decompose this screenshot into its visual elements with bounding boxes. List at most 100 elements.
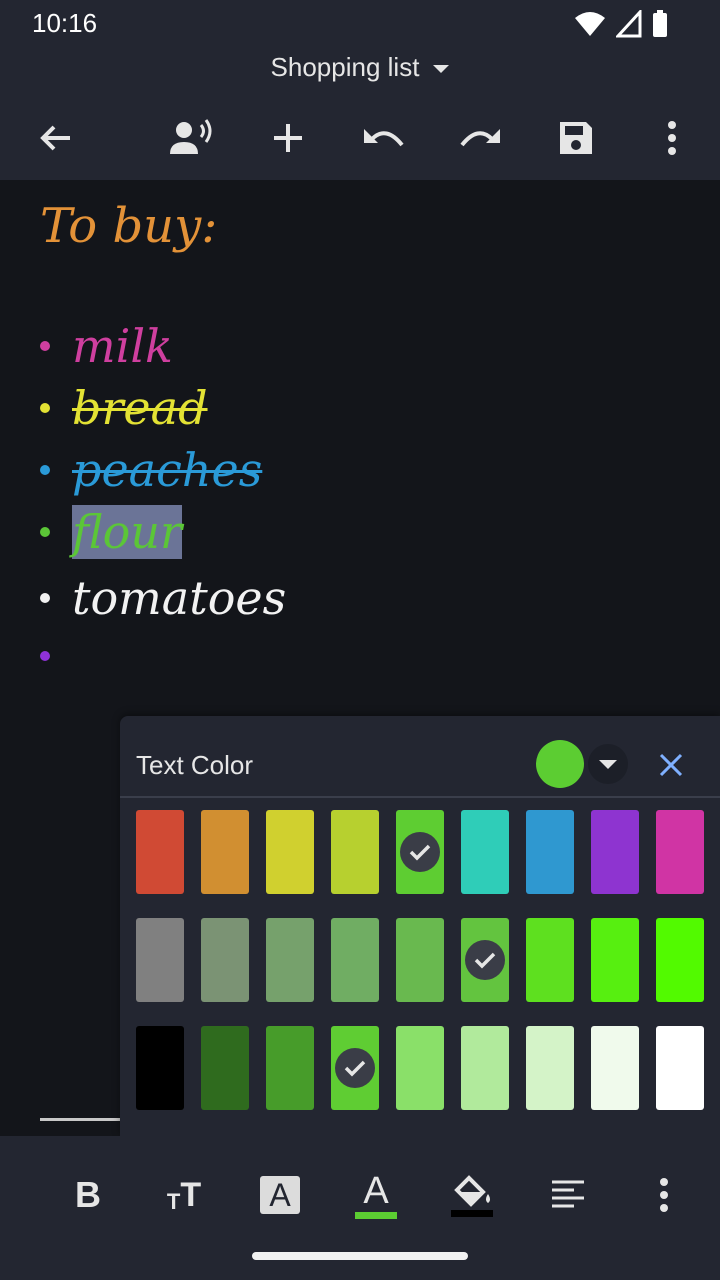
color-swatch[interactable]: [591, 918, 639, 1002]
check-icon: [465, 940, 505, 980]
bullet: [40, 527, 50, 537]
signal-icon: [616, 10, 642, 38]
color-swatch[interactable]: [526, 1026, 574, 1110]
color-swatch[interactable]: [656, 918, 704, 1002]
color-swatch[interactable]: [396, 1026, 444, 1110]
top-toolbar: [0, 104, 720, 168]
text-size-icon: TT: [166, 1175, 202, 1214]
more-vert-icon: [660, 1178, 668, 1212]
list-item-text: peaches: [72, 443, 263, 497]
more-vert-icon: [668, 121, 676, 155]
chevron-down-icon: [599, 759, 617, 769]
status-time: 10:16: [32, 8, 98, 38]
bold-button[interactable]: B: [58, 1160, 118, 1230]
text-color-panel: Text Color: [120, 716, 720, 1136]
text-color-icon: A: [363, 1169, 389, 1212]
color-swatch[interactable]: [461, 918, 509, 1002]
fill-bucket-icon: [454, 1174, 490, 1207]
fill-color-indicator: [451, 1209, 493, 1217]
color-swatch[interactable]: [266, 1026, 314, 1110]
wifi-icon: [575, 12, 605, 36]
list-item[interactable]: flour: [40, 502, 182, 562]
color-swatch[interactable]: [136, 1026, 184, 1110]
color-swatch[interactable]: [201, 810, 249, 894]
check-icon: [400, 832, 440, 872]
divider: [40, 1118, 120, 1121]
format-toolbar: B TT A A: [0, 1136, 720, 1280]
color-swatch[interactable]: [201, 918, 249, 1002]
bullet: [40, 651, 50, 661]
chevron-down-icon: [433, 65, 450, 74]
check-icon: [335, 1048, 375, 1088]
align-left-icon: [552, 1180, 584, 1208]
color-swatch[interactable]: [136, 918, 184, 1002]
align-button[interactable]: [538, 1160, 598, 1230]
color-swatch[interactable]: [396, 810, 444, 894]
color-swatch[interactable]: [136, 810, 184, 894]
close-button[interactable]: [646, 742, 696, 788]
color-swatch[interactable]: [331, 1026, 379, 1110]
color-swatch[interactable]: [331, 810, 379, 894]
color-swatch[interactable]: [266, 918, 314, 1002]
color-swatch[interactable]: [396, 918, 444, 1002]
back-arrow-icon: [40, 125, 70, 151]
status-icons: [574, 10, 668, 38]
color-dropdown-button[interactable]: [588, 744, 628, 784]
color-swatch[interactable]: [656, 1026, 704, 1110]
fill-color-button[interactable]: [442, 1160, 502, 1230]
note-heading: To buy:: [40, 198, 218, 254]
list-item-text: milk: [72, 319, 173, 373]
read-aloud-button[interactable]: [164, 110, 220, 166]
color-swatch[interactable]: [656, 810, 704, 894]
current-color-swatch[interactable]: [536, 740, 584, 788]
undo-icon: [364, 129, 404, 147]
bold-icon: B: [75, 1174, 101, 1215]
save-icon: [560, 122, 592, 154]
document-title-dropdown[interactable]: Shopping list: [0, 52, 720, 83]
more-format-button[interactable]: [634, 1160, 694, 1230]
panel-title: Text Color: [136, 750, 254, 780]
color-swatch[interactable]: [526, 918, 574, 1002]
read-aloud-icon: [170, 119, 212, 154]
save-button[interactable]: [548, 110, 604, 166]
app-header: Shopping list: [0, 48, 720, 180]
undo-button[interactable]: [356, 110, 412, 166]
battery-icon: [653, 10, 667, 37]
redo-icon: [460, 129, 500, 147]
text-background-icon: A: [260, 1176, 300, 1214]
highlight-background-button[interactable]: A: [250, 1160, 310, 1230]
list-item-text: tomatoes: [72, 571, 287, 625]
divider: [120, 796, 720, 798]
color-swatch[interactable]: [331, 918, 379, 1002]
color-swatch[interactable]: [201, 1026, 249, 1110]
add-icon: [274, 124, 302, 152]
bullet: [40, 593, 50, 603]
back-button[interactable]: [28, 110, 84, 166]
add-button[interactable]: [260, 110, 316, 166]
bullet: [40, 341, 50, 351]
color-swatch[interactable]: [591, 810, 639, 894]
redo-button[interactable]: [452, 110, 508, 166]
list-item-text: bread: [72, 381, 208, 435]
color-swatch[interactable]: [461, 810, 509, 894]
list-item[interactable]: peaches: [40, 440, 262, 500]
bullet: [40, 403, 50, 413]
list-item[interactable]: bread: [40, 378, 208, 438]
color-swatch[interactable]: [591, 1026, 639, 1110]
text-color-button[interactable]: A: [346, 1160, 406, 1230]
bullet: [40, 465, 50, 475]
text-color-indicator: [355, 1211, 397, 1219]
list-item[interactable]: milk: [40, 316, 173, 376]
close-icon: [659, 753, 683, 777]
list-item-text: flour: [72, 505, 182, 559]
color-swatch[interactable]: [266, 810, 314, 894]
list-item[interactable]: tomatoes: [40, 568, 286, 628]
more-options-button[interactable]: [644, 110, 700, 166]
document-title: Shopping list: [270, 52, 420, 82]
color-swatch[interactable]: [461, 1026, 509, 1110]
color-swatch[interactable]: [526, 810, 574, 894]
status-bar: 10:16: [0, 0, 720, 48]
home-indicator[interactable]: [252, 1252, 468, 1260]
list-item[interactable]: [40, 626, 72, 686]
text-size-button[interactable]: TT: [154, 1160, 214, 1230]
